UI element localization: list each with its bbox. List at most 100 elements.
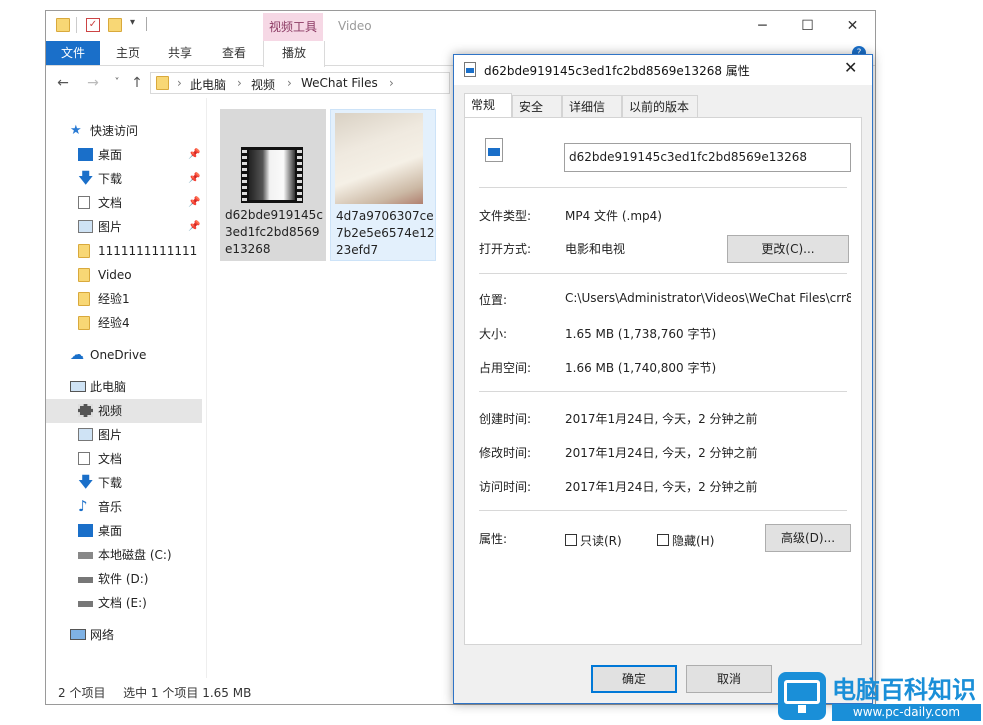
readonly-checkbox[interactable] [565,534,577,546]
folder-icon [78,268,90,282]
file-name: 4d7a9706307ce7b2e5e6574e1223efd7 [336,209,435,257]
tab-security[interactable]: 安全 [512,95,562,117]
sidebar-item-label: 桌面 [98,148,123,162]
sidebar-item-label: Video [98,268,132,282]
location-label: 位置: [479,293,508,307]
separator [146,17,147,31]
sidebar-item-documents[interactable]: 文档 📌 [46,191,202,215]
sidebar-item-label: 下载 [98,476,123,490]
tab-general[interactable]: 常规 [464,93,512,117]
pin-icon[interactable]: 📌 [188,167,200,191]
sidebar-item-video[interactable]: Video [46,263,202,287]
breadcrumb-wechat-files[interactable]: WeChat Files [301,76,378,90]
breadcrumb-this-pc[interactable]: 此电脑 [190,76,226,93]
desktop-icon [78,524,93,537]
sidebar-item-pc-desktop[interactable]: 桌面 [46,519,202,543]
sidebar-this-pc[interactable]: 此电脑 [46,375,202,399]
location-value: C:\Users\Administrator\Videos\WeChat Fil… [565,291,851,305]
properties-dialog: d62bde919145c3ed1fc2bd8569e13268 属性 ✕ 常规… [453,54,873,704]
breadcrumb-separator-icon[interactable]: › [287,76,292,90]
sidebar-network[interactable]: 网络 [46,623,202,647]
pane-divider [206,98,207,678]
sidebar-item-folder-1111[interactable]: 1111111111111 [46,239,202,263]
sidebar-item-drive-c[interactable]: 本地磁盘 (C:) [46,543,202,567]
sidebar-item-drive-e[interactable]: 文档 (E:) [46,591,202,615]
tab-share[interactable]: 共享 [158,41,202,65]
network-icon [70,629,86,640]
sidebar-item-label: 1111111111111 [98,244,198,258]
video-file-icon [485,138,503,162]
up-arrow-icon[interactable]: ↑ [128,73,146,93]
video-file-icon [464,62,476,77]
created-label: 创建时间: [479,412,532,426]
readonly-label[interactable]: 只读(R) [580,532,622,549]
divider [479,273,847,274]
video-tools-tab-header: 视频工具 [263,13,323,41]
sidebar-item-label: 经验1 [98,292,130,306]
sidebar-quick-access[interactable]: ★ 快速访问 [46,119,202,143]
cancel-button[interactable]: 取消 [686,665,772,693]
change-button[interactable]: 更改(C)... [727,235,849,263]
filename-field[interactable]: d62bde919145c3ed1fc2bd8569e13268 [564,143,851,172]
tab-details[interactable]: 详细信息 [562,95,622,136]
modified-value: 2017年1月24日, 今天，2 分钟之前 [565,446,758,460]
sidebar-item-drive-d[interactable]: 软件 (D:) [46,567,202,591]
forward-arrow-icon[interactable]: → [84,73,102,93]
star-icon: ★ [70,123,82,138]
maximize-button[interactable]: ☐ [785,11,830,41]
pin-icon[interactable]: 📌 [188,143,200,167]
hidden-label[interactable]: 隐藏(H) [672,532,714,549]
tab-play[interactable]: 播放 [263,41,325,67]
folder-icon [78,316,90,330]
quick-access-dropdown-icon[interactable]: ▾ [130,17,135,28]
sidebar-item-desktop[interactable]: 桌面 📌 [46,143,202,167]
sidebar-item-pc-documents[interactable]: 文档 [46,447,202,471]
file-name: d62bde919145c3ed1fc2bd8569e13268 [225,208,323,256]
file-tile[interactable]: 4d7a9706307ce7b2e5e6574e1223efd7 [330,109,436,261]
sidebar-item-pc-downloads[interactable]: 🡇 下载 [46,471,202,495]
sidebar-item-downloads[interactable]: 🡇 下载 📌 [46,167,202,191]
sidebar-item-label: 桌面 [98,524,123,538]
sidebar-item-music[interactable]: ♪ 音乐 [46,495,202,519]
recent-locations-icon[interactable]: ˅ [108,73,126,93]
tab-view[interactable]: 查看 [212,41,256,65]
sidebar-item-pictures[interactable]: 图片 📌 [46,215,202,239]
video-thumbnail [241,147,303,203]
advanced-button[interactable]: 高级(D)... [765,524,851,552]
navigation-pane: ★ 快速访问 桌面 📌 🡇 下载 📌 文档 📌 图片 📌 11111111111… [46,119,206,679]
sidebar-item-pc-pictures[interactable]: 图片 [46,423,202,447]
sidebar-onedrive[interactable]: ☁ OneDrive [46,343,202,367]
accessed-value: 2017年1月24日, 今天，2 分钟之前 [565,480,758,494]
breadcrumb-separator-icon[interactable]: › [389,76,394,90]
pictures-icon [78,428,93,441]
breadcrumb-separator-icon[interactable]: › [237,76,242,90]
close-button[interactable]: ✕ [830,11,875,41]
tab-file[interactable]: 文件 [46,41,100,65]
close-icon[interactable]: ✕ [844,58,857,77]
desktop-icon [78,148,93,161]
minimize-button[interactable]: ─ [740,11,785,41]
pictures-icon [78,220,93,233]
back-arrow-icon[interactable]: ← [54,73,72,93]
ok-button[interactable]: 确定 [591,665,677,693]
film-icon [78,404,93,417]
cloud-icon: ☁ [70,347,84,363]
folder-icon [156,76,169,90]
sidebar-item-videos[interactable]: 视频 [46,399,202,423]
pin-icon[interactable]: 📌 [188,191,200,215]
pin-icon[interactable]: 📌 [188,215,200,239]
download-arrow-icon: 🡇 [78,169,94,187]
file-tile[interactable]: d62bde919145c3ed1fc2bd8569e13268 [220,109,326,261]
window-title: Video [338,19,372,33]
hidden-checkbox[interactable] [657,534,669,546]
sidebar-item-label: 文档 [98,452,123,466]
tab-previous-versions[interactable]: 以前的版本 [622,95,698,117]
sidebar-item-experience1[interactable]: 经验1 [46,287,202,311]
breadcrumb-separator-icon[interactable]: › [177,76,182,90]
address-bar[interactable]: › 此电脑 › 视频 › WeChat Files › [150,72,450,94]
breadcrumb-videos[interactable]: 视频 [251,76,275,93]
new-folder-quick-icon[interactable] [108,18,122,32]
sidebar-item-experience4[interactable]: 经验4 [46,311,202,335]
properties-quick-icon[interactable]: ✓ [86,18,100,32]
tab-home[interactable]: 主页 [106,41,150,65]
